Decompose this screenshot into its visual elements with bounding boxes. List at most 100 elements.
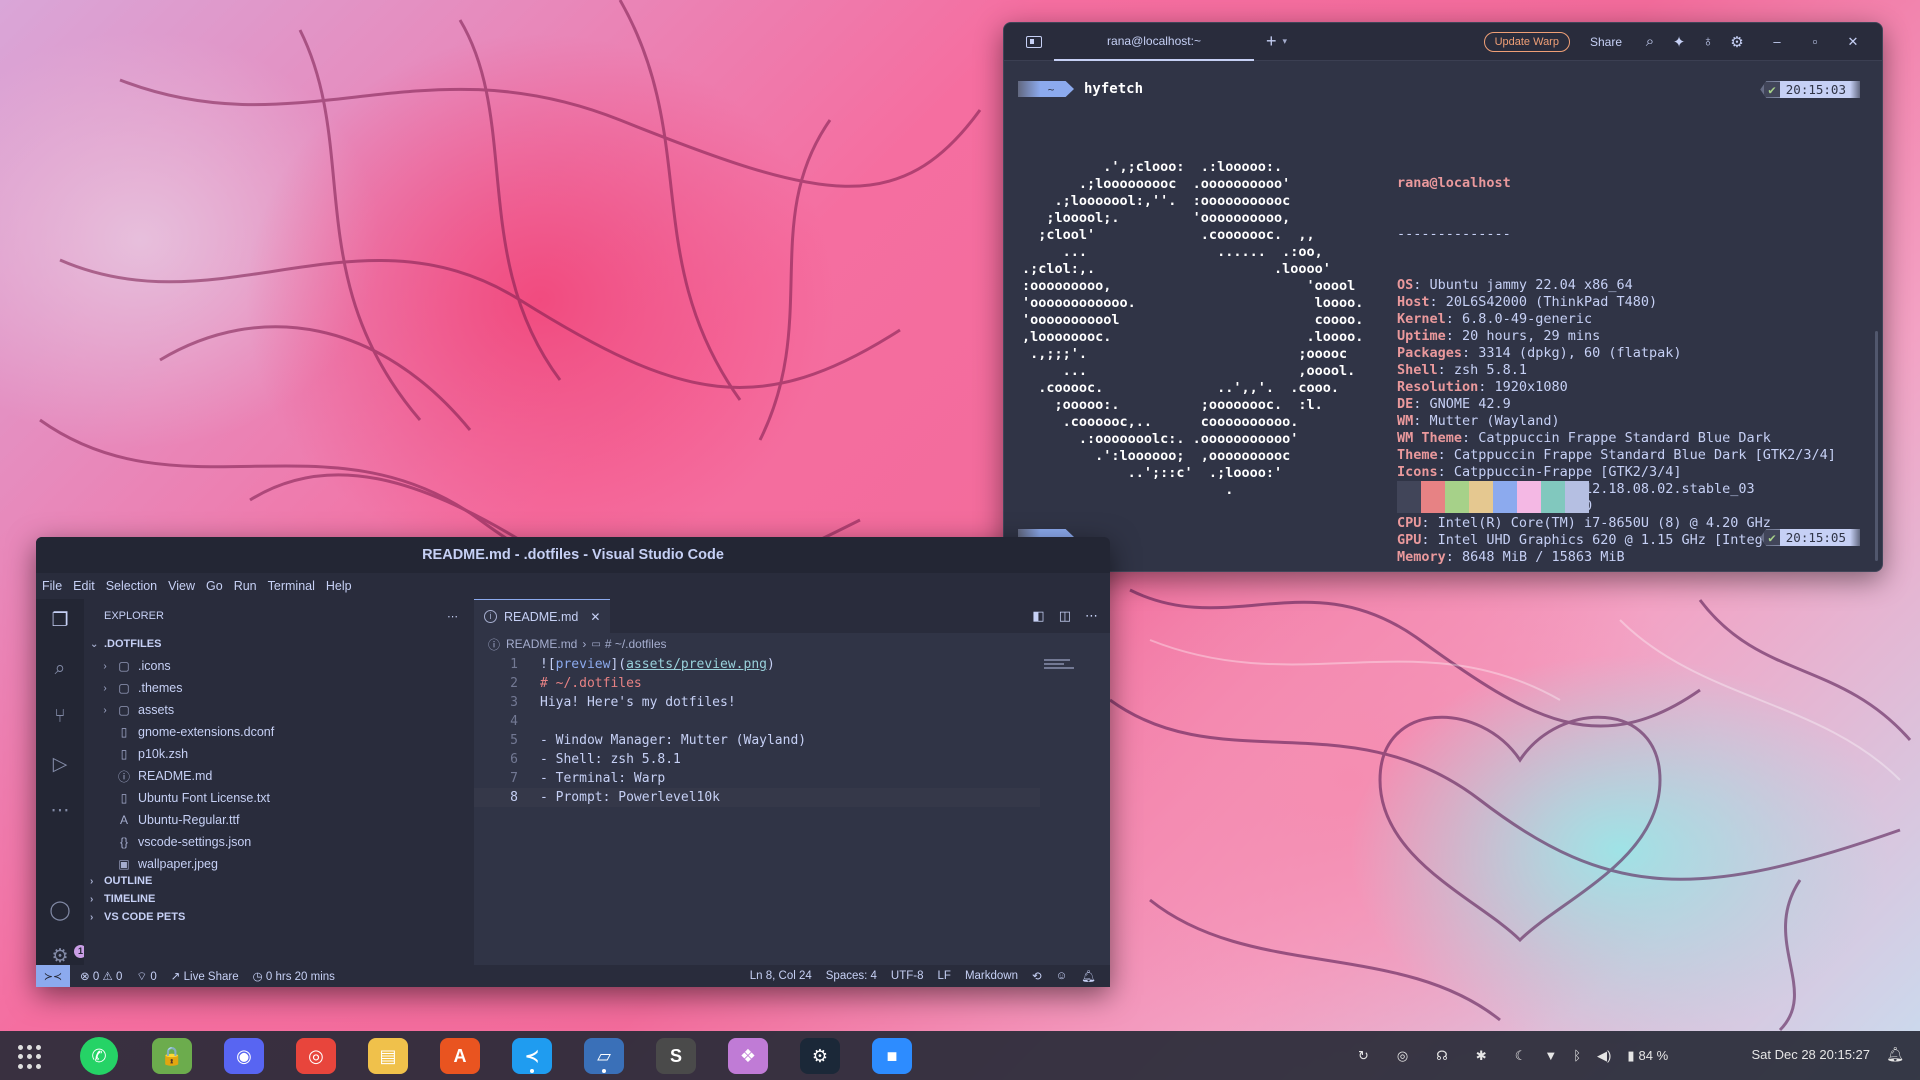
live-share-button[interactable]: ↗ Live Share bbox=[171, 969, 239, 983]
code-line[interactable]: 1 ![preview](assets/preview.png) bbox=[474, 655, 1040, 674]
error-count: 0 bbox=[92, 971, 100, 983]
cursor-position[interactable]: Ln 8, Col 24 bbox=[750, 970, 812, 982]
discord-app-icon[interactable]: ◉ bbox=[224, 1038, 264, 1074]
bluetooth-icon[interactable]: ᛒ bbox=[1573, 1048, 1581, 1063]
copilot-icon[interactable]: ☺ bbox=[1056, 970, 1068, 982]
end-of-line[interactable]: LF bbox=[938, 970, 951, 982]
search-icon[interactable]: ⌕ bbox=[48, 657, 72, 681]
chrome-app-icon[interactable]: ◎ bbox=[296, 1038, 336, 1074]
problems-indicator[interactable]: ⊗ 0 ⚠ 0 bbox=[80, 969, 122, 983]
app-center-app-icon[interactable]: A bbox=[440, 1038, 480, 1074]
pin-icon[interactable]: ✦ bbox=[1671, 33, 1687, 51]
color-app-app-icon[interactable]: ❖ bbox=[728, 1038, 768, 1074]
search-icon[interactable]: ⌕ bbox=[1642, 33, 1658, 50]
explorer-icon[interactable]: ❐ bbox=[48, 609, 72, 633]
section-vs-code-pets[interactable]: › VS CODE PETS bbox=[84, 906, 185, 928]
menu-run[interactable]: Run bbox=[234, 579, 257, 593]
code-line[interactable]: 3 Hiya! Here's my dotfiles! bbox=[474, 693, 1040, 712]
tree-item[interactable]: › ▢ .icons bbox=[84, 655, 474, 677]
tree-item[interactable]: A Ubuntu-Regular.ttf bbox=[84, 809, 474, 831]
tree-item[interactable]: › ▢ assets bbox=[84, 699, 474, 721]
folder-header[interactable]: ⌄ .DOTFILES bbox=[84, 633, 474, 655]
app-grid-icon[interactable] bbox=[18, 1045, 42, 1069]
whatsapp-app-icon[interactable]: ✆ bbox=[80, 1037, 118, 1075]
tabs-panel-icon[interactable] bbox=[1026, 35, 1042, 48]
code-line[interactable]: 5 - Window Manager: Mutter (Wayland) bbox=[474, 731, 1040, 750]
line-text: - Terminal: Warp bbox=[540, 771, 665, 786]
tree-item[interactable]: ⓘ README.md bbox=[84, 765, 474, 787]
maximize-icon[interactable]: ▫ bbox=[1796, 34, 1834, 49]
split-editor-icon[interactable]: ◫ bbox=[1059, 608, 1071, 624]
share-button[interactable]: Share bbox=[1590, 35, 1622, 49]
steam-app-icon[interactable]: ⚙ bbox=[800, 1038, 840, 1074]
code-line[interactable]: 8 - Prompt: Powerlevel10k bbox=[474, 788, 1040, 807]
code-line[interactable]: 6 - Shell: zsh 5.8.1 bbox=[474, 750, 1040, 769]
explorer-title: EXPLORER bbox=[104, 610, 164, 622]
tree-item[interactable]: ▯ Ubuntu Font License.txt bbox=[84, 787, 474, 809]
clock[interactable]: Sat Dec 28 20:15:27 bbox=[1751, 1047, 1870, 1062]
menu-terminal[interactable]: Terminal bbox=[268, 579, 315, 593]
menu-selection[interactable]: Selection bbox=[106, 579, 157, 593]
tab-readme[interactable]: i README.md ✕ bbox=[474, 599, 611, 633]
battery-icon[interactable]: ▮ bbox=[1627, 1048, 1634, 1064]
tree-item[interactable]: ▯ gnome-extensions.dconf bbox=[84, 721, 474, 743]
language-mode[interactable]: Markdown bbox=[965, 970, 1018, 982]
account-icon[interactable]: ◯ bbox=[48, 899, 72, 923]
vscode-app-icon[interactable]: ≺ bbox=[512, 1038, 552, 1074]
code-area[interactable]: 1 ![preview](assets/preview.png) 2 # ~/.dot… bbox=[474, 655, 1040, 807]
sublime-app-icon[interactable]: S bbox=[656, 1038, 696, 1074]
zoom-app-icon[interactable]: ■ bbox=[872, 1038, 912, 1074]
encoding[interactable]: UTF-8 bbox=[891, 970, 924, 982]
explorer-more-icon[interactable]: ⋯ bbox=[447, 610, 458, 623]
new-tab-icon[interactable]: + bbox=[1266, 31, 1277, 52]
update-warp-button[interactable]: Update Warp bbox=[1483, 31, 1570, 52]
terminal-tab[interactable]: rana@localhost:~ bbox=[1054, 23, 1254, 61]
more-actions-icon[interactable]: ⋯ bbox=[1085, 608, 1098, 624]
chevron-down-icon[interactable]: ▾ bbox=[1283, 36, 1288, 47]
code-line[interactable]: 7 - Terminal: Warp bbox=[474, 769, 1040, 788]
menu-view[interactable]: View bbox=[168, 579, 195, 593]
close-icon[interactable]: ✕ bbox=[1834, 34, 1872, 50]
source-control-icon[interactable]: ⑂ bbox=[48, 705, 72, 729]
open-preview-icon[interactable]: ◧ bbox=[1032, 608, 1044, 624]
minimap[interactable] bbox=[1044, 659, 1076, 675]
battery-level[interactable]: 84 % bbox=[1639, 1048, 1669, 1063]
token: - Prompt: Powerlevel10k bbox=[540, 790, 721, 805]
keepassxc-app-icon[interactable]: 🔒 bbox=[152, 1038, 192, 1074]
minimize-icon[interactable]: – bbox=[1758, 34, 1796, 49]
menu-edit[interactable]: Edit bbox=[73, 579, 95, 593]
notification-bell-icon[interactable]: 🔔︎ bbox=[1886, 1046, 1904, 1063]
menu-help[interactable]: Help bbox=[326, 579, 352, 593]
breadcrumb-file[interactable]: README.md bbox=[506, 637, 577, 651]
session-timer[interactable]: ◷ 0 hrs 20 mins bbox=[253, 969, 335, 983]
code-line[interactable]: 4 bbox=[474, 712, 1040, 731]
bulb-icon[interactable]: ♁ bbox=[1700, 33, 1716, 50]
volume-icon[interactable]: ◀) bbox=[1597, 1048, 1611, 1064]
warp-app-icon[interactable]: ▱ bbox=[584, 1038, 624, 1074]
indentation[interactable]: Spaces: 4 bbox=[826, 970, 877, 982]
more-icon[interactable]: ⋯ bbox=[48, 799, 72, 823]
breadcrumb-heading[interactable]: # ~/.dotfiles bbox=[605, 637, 667, 651]
tree-item[interactable]: {} vscode-settings.json bbox=[84, 831, 474, 853]
tree-item[interactable]: ▯ p10k.zsh bbox=[84, 743, 474, 765]
menu-file[interactable]: File bbox=[42, 579, 62, 593]
wifi-icon[interactable]: ▼ bbox=[1544, 1048, 1557, 1063]
sync-icon[interactable]: ⟲ bbox=[1032, 969, 1042, 983]
chrome-tray-icon[interactable]: ◎ bbox=[1397, 1048, 1408, 1064]
fingerprint-icon[interactable]: ☊ bbox=[1436, 1048, 1448, 1064]
menu-go[interactable]: Go bbox=[206, 579, 223, 593]
run-debug-icon[interactable]: ▷ bbox=[48, 753, 72, 777]
gear-icon[interactable]: ⚙ bbox=[1729, 33, 1745, 51]
close-tab-icon[interactable]: ✕ bbox=[590, 610, 600, 624]
terminal-scrollbar[interactable] bbox=[1875, 331, 1878, 561]
terminal-output[interactable]: ~ hyfetch ✔ 20:15:03 .',;clooo: .:looooo… bbox=[1004, 61, 1882, 571]
code-line[interactable]: 2 # ~/.dotfiles bbox=[474, 674, 1040, 693]
night-light-icon[interactable]: ☾ bbox=[1515, 1048, 1527, 1064]
ports-indicator[interactable]: ⌔ 0 bbox=[136, 969, 156, 984]
remote-icon[interactable]: ≻≺ bbox=[36, 965, 70, 987]
sync-icon[interactable]: ↻ bbox=[1358, 1048, 1369, 1064]
bug-icon[interactable]: ✱ bbox=[1476, 1048, 1487, 1064]
files-app-icon[interactable]: ▤ bbox=[368, 1038, 408, 1074]
tree-item[interactable]: › ▢ .themes bbox=[84, 677, 474, 699]
notifications-icon[interactable]: 🔔︎ bbox=[1081, 969, 1096, 983]
